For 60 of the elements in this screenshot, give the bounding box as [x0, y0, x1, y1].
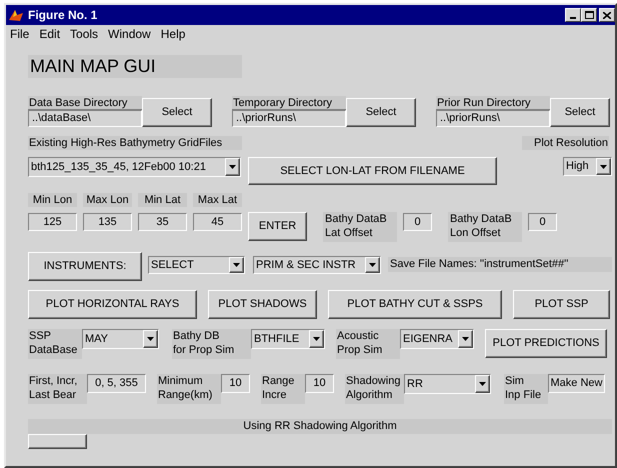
dropdown[interactable]: PRIM & SEC INSTR	[253, 256, 381, 274]
field-label: Prior Run Directory	[436, 96, 550, 110]
dropdown[interactable]: RR	[404, 374, 491, 394]
select-button[interactable]: Select	[346, 98, 416, 127]
plot-button[interactable]: PLOT BATHY CUT & SSPS	[328, 290, 502, 319]
select-button[interactable]: Select	[550, 98, 610, 127]
input-field[interactable]: 10	[221, 374, 250, 393]
field-label: Bathy DataB Lat Offset	[323, 212, 397, 242]
field-label: Existing High-Res Bathymetry GridFiles	[28, 136, 242, 150]
enter-button[interactable]: ENTER	[248, 212, 307, 241]
instruments-button[interactable]: INSTRUMENTS:	[28, 252, 142, 281]
plot-predictions-button[interactable]: PLOT PREDICTIONS	[485, 329, 607, 358]
field-label: Range Incre	[261, 374, 305, 404]
dropdown[interactable]: High	[563, 157, 612, 176]
field-label: Min Lon	[28, 193, 77, 207]
field-label: Bathy DataB Lon Offset	[448, 212, 522, 242]
field-label: Temporary Directory	[232, 96, 346, 110]
input-field[interactable]: ..\dataBase\	[28, 110, 142, 127]
dropdown[interactable]: MAY	[82, 329, 159, 349]
input-field[interactable]: Make New	[548, 374, 605, 393]
field-label: Max Lon	[83, 193, 132, 207]
status-text: Using RR Shadowing Algorithm	[28, 419, 612, 434]
window-title: Figure No. 1	[28, 7, 98, 24]
field-label: Min Lat	[138, 193, 187, 207]
field-label: Sim Inp File	[504, 374, 548, 404]
dropdown[interactable]: BTHFILE	[251, 329, 325, 349]
field-label: Max Lat	[193, 193, 242, 207]
field-label: Acoustic Prop Sim	[336, 329, 400, 359]
menu-item[interactable]: Edit	[39, 25, 60, 43]
field-label: SSP DataBase	[28, 329, 82, 359]
field-label: Save File Names: ''instrumentSet##''	[388, 257, 612, 272]
input-field[interactable]: 35	[138, 213, 187, 231]
input-field[interactable]: 125	[28, 213, 77, 231]
select-lon-lat-button[interactable]: SELECT LON-LAT FROM FILENAME	[248, 157, 497, 185]
input-field[interactable]: 10	[305, 374, 334, 393]
menu-item[interactable]: Window	[108, 25, 151, 43]
plot-button[interactable]: PLOT SHADOWS	[208, 290, 317, 319]
input-field[interactable]: 0	[528, 213, 557, 231]
field-label: Minimum Range(km)	[157, 374, 221, 404]
field-label: Bathy DB for Prop Sim	[172, 329, 251, 359]
heading: MAIN MAP GUI	[28, 55, 242, 78]
input-field[interactable]: 0, 5, 355	[87, 374, 146, 393]
input-field[interactable]: ..\priorRuns\	[232, 110, 346, 127]
select-button[interactable]: Select	[142, 98, 212, 127]
input-field[interactable]: 45	[193, 213, 242, 231]
input-field[interactable]: ..\priorRuns\	[436, 110, 550, 127]
plot-button[interactable]: PLOT HORIZONTAL RAYS	[28, 290, 197, 319]
dropdown[interactable]: EIGENRA	[400, 329, 474, 349]
dropdown[interactable]: SELECT	[148, 256, 245, 274]
menu-item[interactable]: Help	[160, 25, 186, 43]
plot-button[interactable]: PLOT SSP	[513, 290, 610, 319]
field-label: First, Incr, Last Bear	[28, 374, 87, 404]
menu-item[interactable]: File	[10, 25, 30, 43]
input-field[interactable]: 135	[83, 213, 132, 231]
input-field[interactable]: 0	[403, 213, 432, 231]
dropdown[interactable]: bth125_135_35_45, 12Feb00 10:21	[28, 157, 241, 177]
menu-item[interactable]: Tools	[70, 25, 98, 43]
field-label: Data Base Directory	[28, 96, 142, 110]
field-label: Plot Resolution	[522, 136, 609, 150]
field-label: Shadowing Algorithm	[345, 374, 404, 404]
